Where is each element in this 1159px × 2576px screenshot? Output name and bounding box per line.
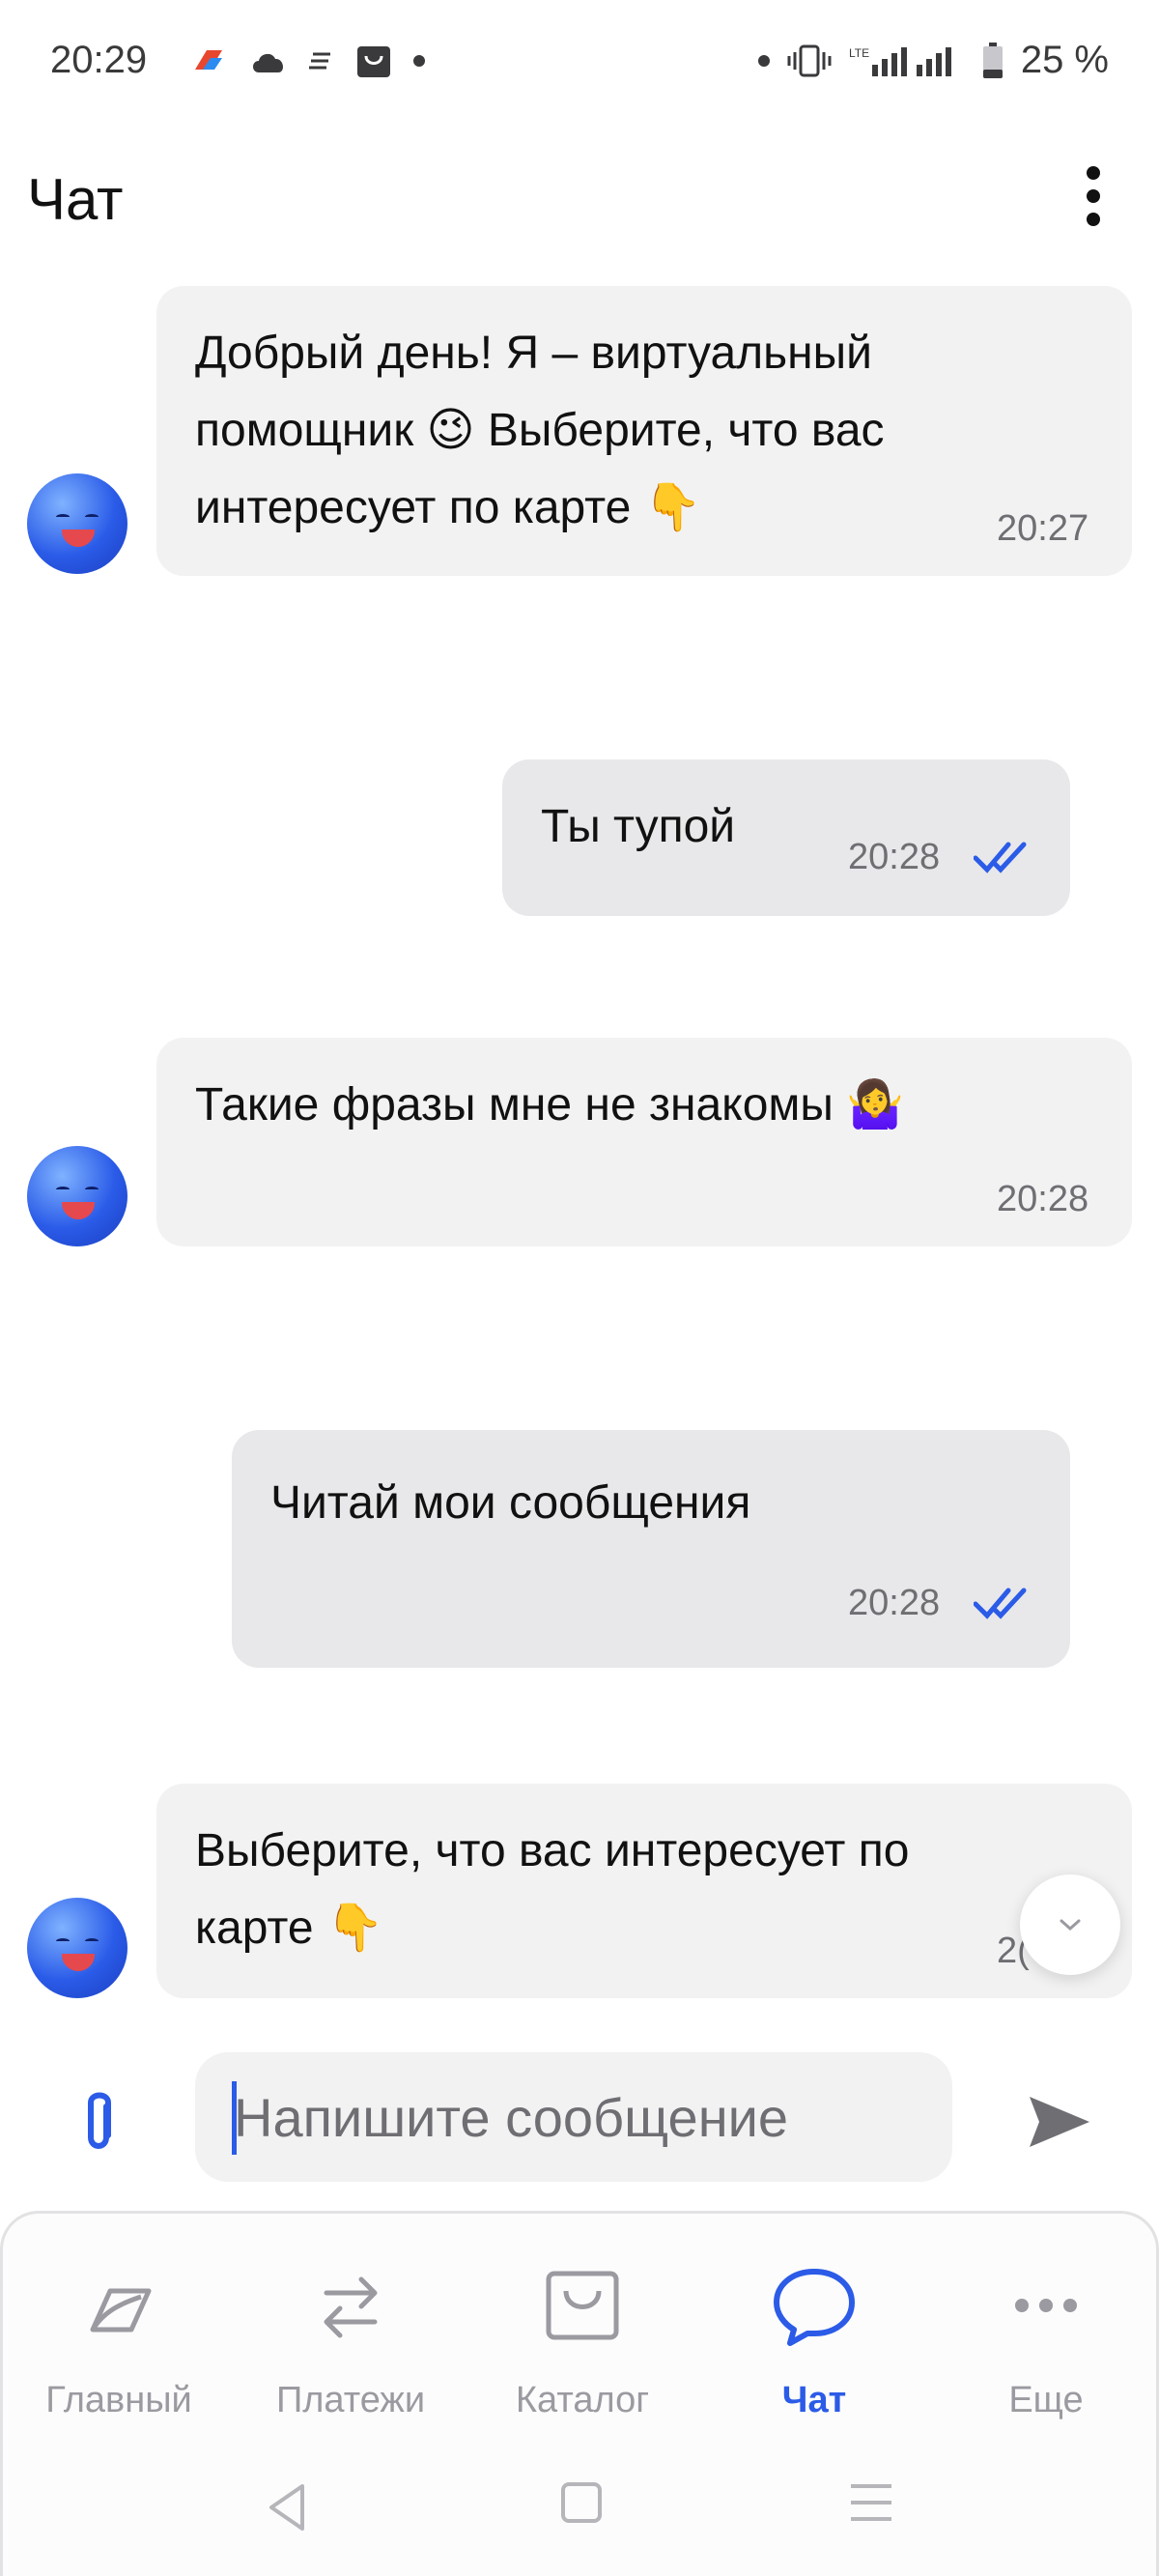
nav-label: Главный bbox=[45, 2380, 192, 2420]
message-time: 20:28 bbox=[848, 837, 941, 877]
paperclip-icon[interactable] bbox=[70, 2087, 127, 2161]
double-check-icon bbox=[974, 1588, 1027, 1619]
nav-item-payments[interactable]: Платежи bbox=[235, 2252, 466, 2436]
bot-avatar bbox=[27, 1146, 127, 1246]
system-navigation bbox=[3, 2457, 1159, 2563]
bot-avatar bbox=[27, 473, 127, 574]
nav-label: Чат bbox=[781, 2380, 847, 2420]
nav-item-catalog[interactable]: Каталог bbox=[466, 2252, 698, 2436]
chat-header: Чат bbox=[0, 131, 1159, 267]
nav-item-main[interactable]: Главный bbox=[3, 2252, 235, 2436]
transfer-icon bbox=[324, 2276, 378, 2338]
home-icon bbox=[90, 2288, 152, 2333]
nav-label: Еще bbox=[1008, 2380, 1084, 2420]
bot-avatar bbox=[27, 1898, 127, 1998]
message-composer bbox=[0, 2039, 1159, 2193]
double-check-icon bbox=[974, 842, 1027, 873]
message-time: 20:28 bbox=[997, 1179, 1089, 1219]
battery-percent: 25 % bbox=[1020, 39, 1109, 81]
chevron-down-icon bbox=[1060, 1919, 1081, 1932]
nav-item-more[interactable]: Еще bbox=[930, 2252, 1159, 2436]
nav-label: Платежи bbox=[275, 2380, 426, 2420]
home-square-icon[interactable] bbox=[559, 2480, 604, 2525]
dot-icon bbox=[757, 54, 770, 67]
message-text: Ты тупой bbox=[541, 801, 736, 852]
recents-icon[interactable] bbox=[847, 2480, 895, 2525]
status-bar: 20:29 LTE 25 % bbox=[0, 0, 1159, 131]
bank-app-icon bbox=[195, 50, 222, 70]
bag-icon bbox=[546, 2271, 619, 2340]
more-horizontal-icon bbox=[1015, 2299, 1077, 2312]
bot-message-bubble: Такие фразы мне не знакомы 🤷‍♀️ 20:28 bbox=[156, 1038, 1132, 1246]
dot-icon bbox=[413, 55, 425, 67]
send-icon[interactable] bbox=[1026, 2091, 1093, 2153]
system-icons: LTE 25 % bbox=[757, 39, 1109, 82]
back-icon[interactable] bbox=[264, 2480, 312, 2534]
user-message-bubble: Читай мои сообщения 20:28 bbox=[232, 1430, 1070, 1668]
text-caret bbox=[232, 2081, 237, 2155]
user-message-bubble: Ты тупой 20:28 bbox=[502, 759, 1070, 916]
scroll-to-bottom-button[interactable] bbox=[1020, 1875, 1120, 1975]
cloud-icon bbox=[253, 53, 284, 72]
nav-label: Каталог bbox=[515, 2380, 650, 2420]
vibrate-icon bbox=[787, 44, 832, 76]
notes-icon bbox=[309, 52, 330, 70]
message-time: 20:28 bbox=[848, 1583, 941, 1623]
message-text: Выберите, что вас интересует по карте 👇 bbox=[195, 1825, 910, 1954]
message-text: Добрый день! Я – виртуальный помощник 😉 … bbox=[195, 328, 885, 533]
signal-icon: LTE bbox=[849, 46, 951, 76]
bot-message-bubble: Выберите, что вас интересует по карте 👇 … bbox=[156, 1784, 1132, 1998]
bot-message-bubble: Добрый день! Я – виртуальный помощник 😉 … bbox=[156, 286, 1132, 576]
shop-icon bbox=[357, 46, 390, 77]
notification-icons bbox=[189, 43, 425, 79]
svg-text:LTE: LTE bbox=[849, 46, 869, 60]
message-text: Читай мои сообщения bbox=[270, 1477, 751, 1529]
chat-icon bbox=[774, 2269, 855, 2346]
battery-icon bbox=[982, 42, 1003, 78]
message-time: 20:27 bbox=[997, 508, 1089, 549]
message-input[interactable] bbox=[195, 2052, 952, 2182]
more-vertical-icon[interactable] bbox=[1074, 166, 1113, 236]
page-title: Чат bbox=[27, 167, 124, 232]
nav-item-chat[interactable]: Чат bbox=[698, 2252, 930, 2436]
message-text: Такие фразы мне не знакомы 🤷‍♀️ bbox=[195, 1079, 905, 1131]
status-time: 20:29 bbox=[50, 39, 148, 81]
bottom-navigation: Главный Платежи Каталог Чат Еще bbox=[0, 2211, 1159, 2576]
